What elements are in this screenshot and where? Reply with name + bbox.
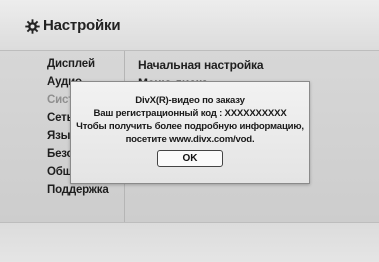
footer-bar (0, 222, 379, 262)
screen: Настройки Дисплей Аудио Система Сеть Язы… (0, 0, 379, 262)
info-text: Чтобы получить более подробную информаци… (76, 121, 304, 132)
gear-icon (25, 19, 40, 34)
page-title: Настройки (43, 17, 121, 34)
dialog-title: DivX(R)-видео по заказу (135, 95, 245, 106)
header-bar: Настройки (0, 0, 379, 51)
menu-item-display[interactable]: Дисплей (47, 58, 95, 70)
menu-item-support[interactable]: Поддержка (47, 184, 109, 196)
visit-url-text: посетите www.divx.com/vod. (125, 134, 255, 145)
registration-code-text: Ваш регистрационный код : XXXXXXXXXX (93, 108, 287, 119)
divx-vod-dialog: DivX(R)-видео по заказу Ваш регистрацион… (70, 81, 310, 184)
ok-button[interactable]: OK (157, 150, 223, 167)
submenu-item-initial-setup[interactable]: Начальная настройка (138, 58, 264, 72)
